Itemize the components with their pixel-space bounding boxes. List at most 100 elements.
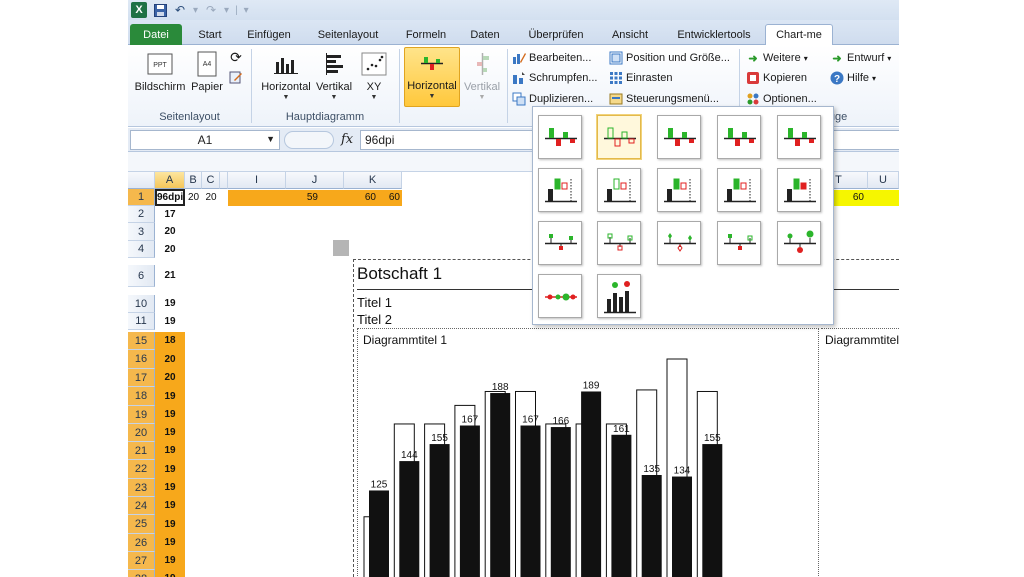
value-bar[interactable] <box>369 490 389 577</box>
chart-2[interactable]: Diagrammtitel 2 <box>821 328 899 577</box>
kopieren-button[interactable]: Kopieren <box>746 70 807 86</box>
value-bar[interactable] <box>399 461 420 577</box>
redo-icon[interactable]: ↷ <box>204 3 218 17</box>
tab-ansicht[interactable]: Ansicht <box>604 24 656 45</box>
row-header[interactable]: 19 <box>128 406 155 424</box>
row-header[interactable]: 6 <box>128 265 155 287</box>
cell-j1[interactable]: 60 <box>316 192 376 203</box>
value-bar[interactable] <box>459 425 480 577</box>
papier-button[interactable]: A4 Papier <box>188 49 226 93</box>
value-bar[interactable] <box>429 444 450 577</box>
cell-a[interactable]: 20 <box>155 241 185 258</box>
message-title[interactable]: Botschaft 1 <box>357 264 442 284</box>
row-header[interactable]: 10 <box>128 295 155 313</box>
cell-a[interactable]: 19 <box>155 460 185 479</box>
lollipop-diamond-icon[interactable] <box>657 221 701 265</box>
row-header[interactable]: 16 <box>128 350 155 369</box>
cell-a[interactable]: 19 <box>155 515 185 534</box>
row-header[interactable]: 3 <box>128 223 155 241</box>
bildschirm-button[interactable]: PPT Bildschirm <box>134 49 186 93</box>
cell-a[interactable]: 19 <box>155 552 185 570</box>
row-header[interactable]: 2 <box>128 206 155 223</box>
row-header[interactable]: 27 <box>128 552 155 570</box>
column-header[interactable]: B <box>185 172 202 189</box>
row-header[interactable]: 21 <box>128 442 155 460</box>
tab-daten[interactable]: Daten <box>462 24 508 45</box>
row-header[interactable]: 23 <box>128 479 155 497</box>
value-bar[interactable] <box>550 427 571 577</box>
horizontal-variant-button[interactable]: Horizontal ▼ <box>404 47 460 107</box>
tab-chart-me[interactable]: Chart-me <box>765 24 833 46</box>
schrumpfen-button[interactable]: Schrumpfen... <box>512 70 597 86</box>
tab-seitenlayout[interactable]: Seitenlayout <box>308 24 388 45</box>
waterfall-stacked-icon[interactable] <box>777 168 821 212</box>
cell-a[interactable]: 19 <box>155 479 185 497</box>
cell-c1[interactable]: 20 <box>202 192 220 203</box>
edit-page-button[interactable] <box>229 69 243 85</box>
cell-a[interactable]: 18 <box>155 332 185 350</box>
optionen-button[interactable]: Optionen... <box>746 91 817 107</box>
cell-i1[interactable]: 59 <box>258 192 318 203</box>
bar-up-down-icon[interactable] <box>538 115 582 159</box>
row-header[interactable]: 18 <box>128 387 155 406</box>
waterfall-mixed-icon[interactable] <box>717 168 761 212</box>
waterfall-icon[interactable] <box>538 168 582 212</box>
column-header[interactable]: C <box>202 172 220 189</box>
cell-a[interactable]: 19 <box>155 313 185 330</box>
redo-dropdown-icon[interactable]: ▾ <box>224 5 229 16</box>
lollipop-outline-icon[interactable] <box>597 221 641 265</box>
duplizieren-button[interactable]: Duplizieren... <box>512 91 593 107</box>
cell-a[interactable]: 19 <box>155 406 185 424</box>
excel-logo-icon[interactable]: X <box>131 2 147 18</box>
cell-a[interactable]: 19 <box>155 295 185 313</box>
xy-chart-button[interactable]: XY ▼ <box>356 49 392 101</box>
tab-formeln[interactable]: Formeln <box>398 24 454 45</box>
entwurf-button[interactable]: ➜ Entwurf ▾ <box>830 50 891 66</box>
waterfall-outline-icon[interactable] <box>597 168 641 212</box>
value-bar[interactable] <box>702 444 723 577</box>
cell-a[interactable]: 21 <box>155 265 185 287</box>
cell-a[interactable]: 20 <box>155 350 185 369</box>
tab-start[interactable]: Start <box>190 24 230 45</box>
value-bar[interactable] <box>581 391 602 577</box>
bar-outline-up-down-icon[interactable] <box>597 115 641 159</box>
value-bar[interactable] <box>520 425 541 577</box>
cell-a[interactable]: 19 <box>155 570 185 577</box>
column-header[interactable]: I <box>228 172 286 189</box>
column-header[interactable]: J <box>286 172 344 189</box>
bar-mixed-up-down-icon[interactable] <box>717 115 761 159</box>
refresh-button[interactable]: ⟳ <box>229 49 243 65</box>
waterfall-hatched-icon[interactable] <box>657 168 701 212</box>
undo-icon[interactable]: ↶ <box>173 3 187 17</box>
bearbeiten-button[interactable]: Bearbeiten... <box>512 50 591 66</box>
cell-b1[interactable]: 20 <box>185 192 202 203</box>
bar-hatched-up-down-icon[interactable] <box>657 115 701 159</box>
insert-function-icon[interactable]: fx <box>341 132 353 147</box>
value-bar[interactable] <box>672 476 692 577</box>
row-header[interactable]: 17 <box>128 369 155 387</box>
value-bar[interactable] <box>611 434 632 577</box>
cell-a[interactable]: 17 <box>155 206 185 223</box>
cell-a[interactable]: 19 <box>155 387 185 406</box>
bar-dot-column-icon[interactable] <box>597 274 641 318</box>
dot-line-icon[interactable] <box>538 274 582 318</box>
row-header[interactable]: 4 <box>128 241 155 258</box>
position-groesse-button[interactable]: Position und Größe... <box>609 50 730 66</box>
row-header[interactable]: 20 <box>128 424 155 442</box>
row-header[interactable]: 11 <box>128 313 155 330</box>
row-header[interactable]: 28 <box>128 570 155 577</box>
tab--berpr-fen[interactable]: Überprüfen <box>518 24 594 45</box>
customize-toolbar-icon[interactable]: ▾ <box>244 5 249 16</box>
name-box-dropdown-icon[interactable]: ▼ <box>266 134 275 144</box>
lollipop-square-icon[interactable] <box>538 221 582 265</box>
column-header[interactable] <box>220 172 228 189</box>
cell-a[interactable]: 19 <box>155 442 185 460</box>
steuerungsmenue-button[interactable]: Steuerungsmenü... <box>609 91 719 107</box>
row-header[interactable]: 1 <box>128 189 155 206</box>
lollipop-dot-icon[interactable] <box>777 221 821 265</box>
value-bar[interactable] <box>490 393 511 577</box>
chart-1[interactable]: Diagrammtitel 1 125 144 155 167 188 167 166 189… <box>357 328 819 577</box>
cell-a[interactable]: 19 <box>155 424 185 442</box>
cell-a[interactable]: 19 <box>155 497 185 515</box>
title-2[interactable]: Titel 2 <box>357 312 392 327</box>
